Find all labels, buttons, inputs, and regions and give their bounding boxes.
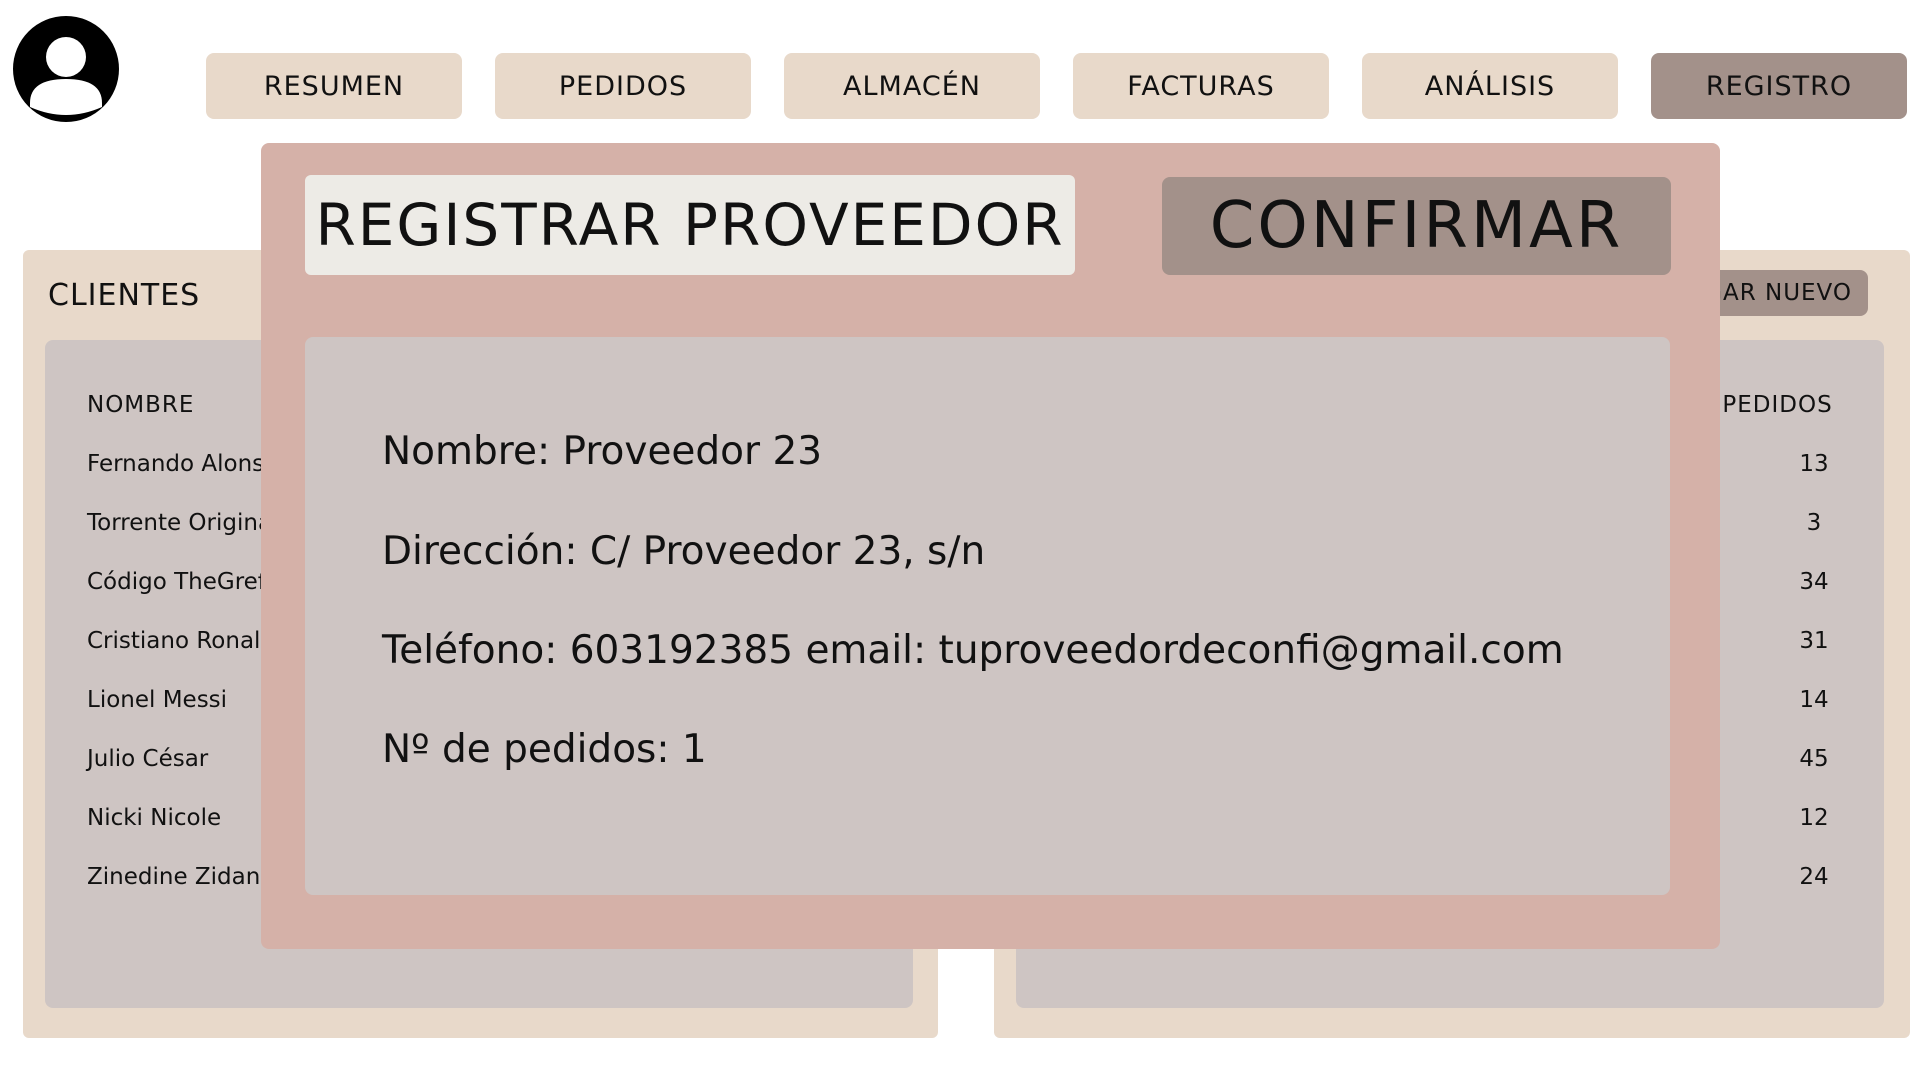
client-row-name[interactable]: Torrente Original [87, 510, 278, 536]
supplier-contact-field[interactable]: Teléfono: 603192385 email: tuproveedorde… [382, 628, 1564, 673]
confirm-button[interactable]: CONFIRMAR [1162, 177, 1671, 275]
orders-count: 3 [1806, 510, 1822, 536]
tab-resumen[interactable]: RESUMEN [206, 53, 462, 119]
supplier-details: Nombre: Proveedor 23 Dirección: C/ Prove… [305, 337, 1670, 895]
client-row-name[interactable]: Zinedine Zidane [87, 864, 274, 890]
client-row-name[interactable]: Lionel Messi [87, 687, 227, 713]
orders-count: 12 [1799, 805, 1829, 831]
supplier-address-field[interactable]: Dirección: C/ Proveedor 23, s/n [382, 529, 985, 574]
tab-registro[interactable]: REGISTRO [1651, 53, 1907, 119]
orders-count: 31 [1799, 628, 1829, 654]
clients-panel-title: CLIENTES [48, 278, 201, 313]
orders-count: 45 [1799, 746, 1829, 772]
register-supplier-modal: REGISTRAR PROVEEDOR CONFIRMAR Nombre: Pr… [261, 143, 1720, 949]
tab-almacen[interactable]: ALMACÉN [784, 53, 1040, 119]
client-row-name[interactable]: Nicki Nicole [87, 805, 221, 831]
tab-analisis[interactable]: ANÁLISIS [1362, 53, 1618, 119]
tab-pedidos[interactable]: PEDIDOS [495, 53, 751, 119]
client-row-name[interactable]: Código TheGrefg [87, 569, 281, 595]
tab-facturas[interactable]: FACTURAS [1073, 53, 1329, 119]
client-row-name[interactable]: Cristiano Ronaldo [87, 628, 289, 654]
orders-count: 34 [1799, 569, 1829, 595]
column-header-name: NOMBRE [87, 392, 195, 418]
client-row-name[interactable]: Julio César [87, 746, 208, 772]
supplier-orders-field[interactable]: Nº de pedidos: 1 [382, 727, 707, 772]
orders-count: 14 [1799, 687, 1829, 713]
user-avatar-icon[interactable] [12, 15, 120, 123]
orders-count: 24 [1799, 864, 1829, 890]
client-row-name[interactable]: Fernando Alonso [87, 451, 278, 477]
modal-title: REGISTRAR PROVEEDOR [305, 175, 1075, 275]
orders-count: 13 [1799, 451, 1829, 477]
supplier-name-field[interactable]: Nombre: Proveedor 23 [382, 429, 822, 474]
